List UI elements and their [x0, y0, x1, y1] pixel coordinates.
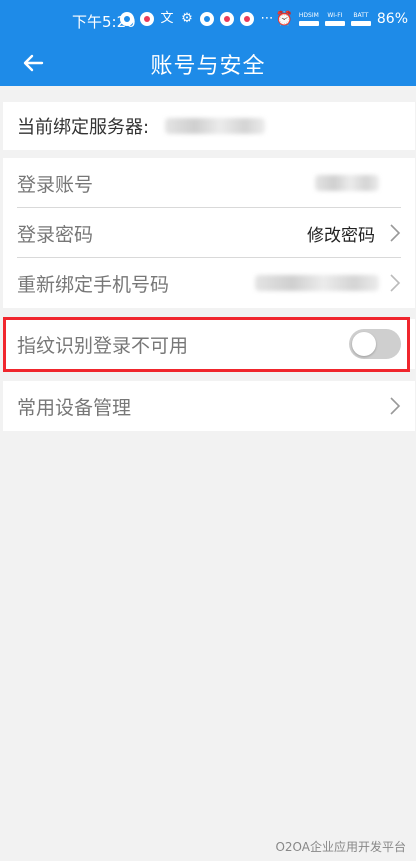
fingerprint-label: 指纹识别登录不可用	[17, 334, 189, 357]
more-icon: ⋯	[260, 11, 274, 26]
fingerprint-row: 指纹识别登录不可用	[3, 319, 415, 369]
fingerprint-toggle[interactable]	[349, 329, 401, 359]
page-title: 账号与安全	[150, 54, 266, 79]
music-app-icon	[140, 12, 154, 26]
wifi-icon: WI-FI	[324, 12, 345, 26]
account-section: 登录账号 登录密码 修改密码 重新绑定手机号码	[3, 158, 415, 308]
chevron-right-icon	[390, 397, 401, 415]
phone-number-redacted	[255, 275, 379, 291]
battery-label: BATT	[353, 12, 369, 19]
rebind-phone-label: 重新绑定手机号码	[17, 273, 170, 296]
device-management-row[interactable]: 常用设备管理	[3, 381, 415, 431]
browser-icon	[200, 12, 214, 26]
server-label: 当前绑定服务器:	[17, 117, 150, 138]
notification-icons: ⽂ ⚙ ⋯	[120, 12, 274, 26]
store-icon	[240, 12, 254, 26]
chevron-right-icon	[390, 224, 401, 242]
login-password-label: 登录密码	[17, 223, 94, 246]
watermark: O2OA企业应用开发平台	[275, 840, 406, 854]
server-row: 当前绑定服务器:	[3, 102, 415, 150]
translate-icon: ⽂	[160, 11, 174, 26]
settings-icon: ⚙	[181, 11, 193, 26]
toggle-knob	[352, 332, 376, 356]
rebind-phone-row[interactable]: 重新绑定手机号码	[3, 258, 415, 308]
server-value-redacted	[165, 118, 265, 134]
login-account-label: 登录账号	[17, 173, 94, 196]
app-bar: 账号与安全	[0, 40, 416, 86]
login-account-value-redacted	[315, 175, 379, 191]
battery-icon: BATT	[350, 12, 371, 26]
battery-percent: 86%	[376, 11, 408, 27]
devices-section: 常用设备管理	[3, 381, 415, 431]
wifi-label: WI-FI	[327, 12, 343, 19]
fingerprint-section: 指纹识别登录不可用	[3, 319, 415, 369]
app-icon	[220, 12, 234, 26]
server-section: 当前绑定服务器:	[3, 102, 415, 150]
change-password-link[interactable]: 修改密码	[307, 221, 375, 246]
status-bar: 下午5:20 ⽂ ⚙ ⋯ ⏰ HDSIM WI-FI BATT 86%	[0, 0, 416, 40]
device-management-label: 常用设备管理	[17, 396, 132, 419]
alarm-icon: ⏰	[275, 11, 293, 27]
login-password-row[interactable]: 登录密码 修改密码	[3, 208, 415, 258]
sim-signal-icon: HDSIM	[298, 12, 319, 26]
sim-label: HDSIM	[298, 12, 319, 19]
app-notification-icon	[120, 12, 134, 26]
login-account-row: 登录账号	[3, 158, 415, 208]
chevron-right-icon	[390, 274, 401, 292]
status-right: ⏰ HDSIM WI-FI BATT 86%	[275, 11, 408, 27]
